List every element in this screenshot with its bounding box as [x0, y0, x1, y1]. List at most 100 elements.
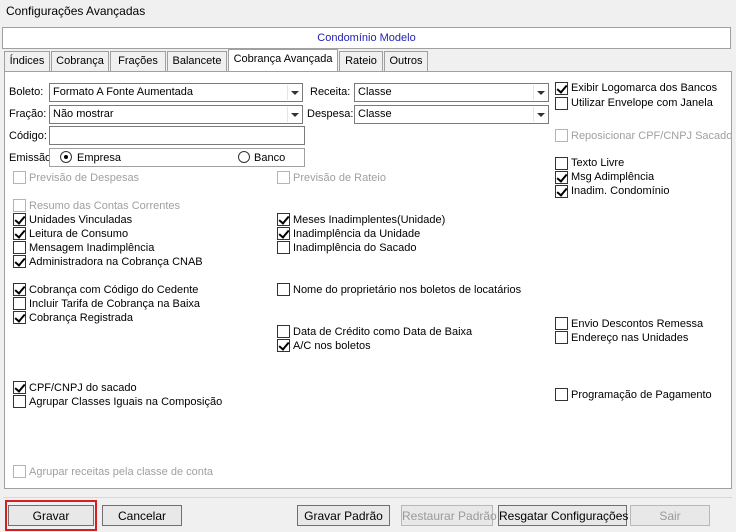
inadimplencia-sacado-checkbox[interactable]: [277, 241, 290, 254]
administradora-cnab-label: Administradora na Cobrança CNAB: [29, 256, 203, 268]
tab-cobranca-avancada[interactable]: Cobrança Avançada: [228, 49, 338, 72]
inadim-condominio-label: Inadim. Condomínio: [571, 185, 670, 197]
incluir-tarifa-label: Incluir Tarifa de Cobrança na Baixa: [29, 298, 201, 310]
fracao-label: Fração:: [9, 108, 47, 120]
agrupar-receitas-label: Agrupar receitas pela classe de conta: [29, 466, 214, 478]
restaurar-padrao-button: Restaurar Padrão: [401, 505, 497, 526]
reposicionar-cpf-checkbox: [555, 129, 568, 142]
despesa-value: Classe: [358, 108, 392, 120]
emissao-empresa-label: Empresa: [77, 152, 122, 164]
boleto-select[interactable]: Formato A Fonte Aumentada: [49, 83, 303, 102]
mensagem-inadimplencia-checkbox[interactable]: [13, 241, 26, 254]
texto-livre-label: Texto Livre: [571, 157, 625, 169]
reposicionar-cpf-label: Reposicionar CPF/CNPJ Sacado: [571, 130, 733, 142]
msg-adimplencia-checkbox[interactable]: [555, 171, 568, 184]
receita-value: Classe: [358, 86, 392, 98]
gravar-button-label: Gravar: [32, 509, 70, 523]
despesa-select[interactable]: Classe: [354, 105, 549, 124]
inadim-condominio-checkbox[interactable]: [555, 185, 568, 198]
exibir-logomarca-checkbox[interactable]: [555, 82, 568, 95]
agrupar-receitas-checkbox: [13, 465, 26, 478]
resgatar-configuracoes-button[interactable]: Resgatar Configurações: [498, 505, 629, 526]
mensagem-inadimplencia-label: Mensagem Inadimplência: [29, 242, 155, 254]
unidades-vinculadas-label: Unidades Vinculadas: [29, 214, 133, 226]
data-credito-checkbox[interactable]: [277, 325, 290, 338]
codigo-input[interactable]: [49, 126, 305, 145]
emissao-banco-radio[interactable]: [238, 151, 250, 163]
previsao-despesas-label: Previsão de Despesas: [29, 172, 140, 184]
resumo-contas-label: Resumo das Contas Correntes: [29, 200, 181, 212]
resumo-contas-checkbox: [13, 199, 26, 212]
incluir-tarifa-checkbox[interactable]: [13, 297, 26, 310]
tab-balancete[interactable]: Balancete: [167, 51, 227, 71]
msg-adimplencia-label: Msg Adimplência: [571, 171, 655, 183]
condominio-name: Condomínio Modelo: [317, 32, 416, 44]
exibir-logomarca-label: Exibir Logomarca dos Bancos: [571, 82, 718, 94]
boleto-label: Boleto:: [9, 86, 44, 98]
cobranca-registrada-label: Cobrança Registrada: [29, 312, 133, 324]
condominio-banner: Condomínio Modelo: [2, 27, 731, 49]
restaurar-padrao-button-label: Restaurar Padrão: [402, 509, 497, 523]
texto-livre-checkbox[interactable]: [555, 157, 568, 170]
receita-label: Receita:: [310, 86, 351, 98]
tab-indices[interactable]: Índices: [4, 51, 50, 71]
ac-boletos-label: A/C nos boletos: [293, 340, 371, 352]
fracao-select[interactable]: Não mostrar: [49, 105, 303, 124]
data-credito-label: Data de Crédito como Data de Baixa: [293, 326, 473, 338]
sair-button-label: Sair: [659, 509, 681, 523]
chevron-down-icon[interactable]: [287, 85, 301, 100]
leitura-consumo-label: Leitura de Consumo: [29, 228, 129, 240]
inadimplencia-unidade-label: Inadimplência da Unidade: [293, 228, 421, 240]
inadimplencia-sacado-label: Inadimplência do Sacado: [293, 242, 417, 254]
endereco-unidades-checkbox[interactable]: [555, 331, 568, 344]
leitura-consumo-checkbox[interactable]: [13, 227, 26, 240]
cobranca-codigo-cedente-label: Cobrança com Código do Cedente: [29, 284, 199, 296]
boleto-value: Formato A Fonte Aumentada: [53, 86, 194, 98]
previsao-rateio-label: Previsão de Rateio: [293, 172, 386, 184]
cpf-cnpj-sacado-label: CPF/CNPJ do sacado: [29, 382, 137, 394]
envio-descontos-label: Envio Descontos Remessa: [571, 318, 704, 330]
utilizar-envelope-label: Utilizar Envelope com Janela: [571, 97, 713, 109]
sair-button: Sair: [630, 505, 710, 526]
gravar-padrao-button-label: Gravar Padrão: [304, 509, 383, 523]
cobranca-registrada-checkbox[interactable]: [13, 311, 26, 324]
unidades-vinculadas-checkbox[interactable]: [13, 213, 26, 226]
agrupar-classes-label: Agrupar Classes Iguais na Composição: [29, 396, 223, 408]
tab-outros[interactable]: Outros: [384, 51, 428, 71]
agrupar-classes-checkbox[interactable]: [13, 395, 26, 408]
cancelar-button-label: Cancelar: [117, 509, 167, 523]
cpf-cnpj-sacado-checkbox[interactable]: [13, 381, 26, 394]
cobranca-codigo-cedente-checkbox[interactable]: [13, 283, 26, 296]
tab-rateio[interactable]: Rateio: [339, 51, 383, 71]
previsao-despesas-checkbox: [13, 171, 26, 184]
tab-cobranca[interactable]: Cobrança: [51, 51, 109, 71]
chevron-down-icon[interactable]: [533, 107, 547, 122]
resgatar-configuracoes-button-label: Resgatar Configurações: [499, 509, 629, 523]
cancelar-button[interactable]: Cancelar: [102, 505, 182, 526]
emissao-label: Emissão:: [9, 152, 55, 164]
gravar-padrao-button[interactable]: Gravar Padrão: [297, 505, 390, 526]
receita-select[interactable]: Classe: [354, 83, 549, 102]
nome-proprietario-checkbox[interactable]: [277, 283, 290, 296]
emissao-banco-label: Banco: [254, 152, 286, 164]
fracao-value: Não mostrar: [53, 108, 114, 120]
chevron-down-icon[interactable]: [533, 85, 547, 100]
programacao-pagamento-label: Programação de Pagamento: [571, 389, 712, 401]
utilizar-envelope-checkbox[interactable]: [555, 97, 568, 110]
envio-descontos-checkbox[interactable]: [555, 317, 568, 330]
administradora-cnab-checkbox[interactable]: [13, 255, 26, 268]
previsao-rateio-checkbox: [277, 171, 290, 184]
window-title: Configurações Avançadas: [6, 4, 146, 18]
meses-inadimplentes-checkbox[interactable]: [277, 213, 290, 226]
inadimplencia-unidade-checkbox[interactable]: [277, 227, 290, 240]
meses-inadimplentes-label: Meses Inadimplentes(Unidade): [293, 214, 446, 226]
endereco-unidades-label: Endereço nas Unidades: [571, 332, 689, 344]
chevron-down-icon[interactable]: [287, 107, 301, 122]
programacao-pagamento-checkbox[interactable]: [555, 388, 568, 401]
tab-fracoes[interactable]: Frações: [110, 51, 166, 71]
ac-boletos-checkbox[interactable]: [277, 339, 290, 352]
nome-proprietario-label: Nome do proprietário nos boletos de loca…: [293, 284, 522, 296]
gravar-button[interactable]: Gravar: [8, 505, 94, 526]
codigo-label: Código:: [9, 130, 47, 142]
emissao-empresa-radio[interactable]: [60, 151, 72, 163]
